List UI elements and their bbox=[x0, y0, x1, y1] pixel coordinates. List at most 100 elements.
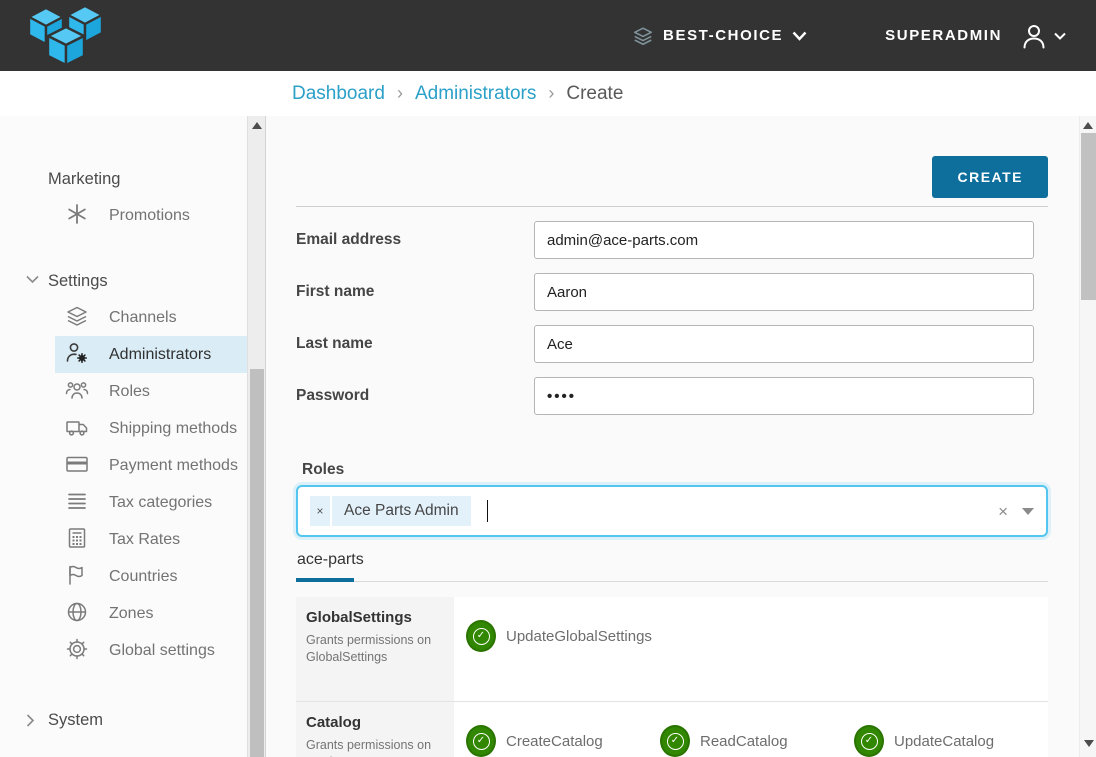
permission-label: CreateCatalog bbox=[506, 733, 603, 750]
chevron-down-icon bbox=[26, 275, 39, 284]
sidebar-item-zones[interactable]: Zones bbox=[55, 595, 247, 632]
permission-cells: ✓ CreateCatalog ✓ ReadCatalog bbox=[454, 702, 1048, 757]
flag-icon bbox=[65, 563, 89, 587]
chip-remove-icon[interactable]: × bbox=[310, 496, 332, 526]
tab-ace-parts[interactable]: ace-parts bbox=[296, 551, 368, 577]
permission-label: UpdateCatalog bbox=[894, 733, 994, 750]
person-icon bbox=[1020, 22, 1048, 50]
sidebar-section-system[interactable]: System bbox=[48, 711, 247, 730]
scroll-up-arrow[interactable] bbox=[252, 122, 262, 129]
main-content: CREATE Email address First name Last nam… bbox=[266, 116, 1079, 757]
credit-card-icon bbox=[65, 452, 89, 476]
main-scrollbar-thumb[interactable] bbox=[1081, 133, 1096, 300]
sidebar-item-payment-methods[interactable]: Payment methods bbox=[55, 447, 247, 484]
sidebar-item-tax-rates[interactable]: Tax Rates bbox=[55, 521, 247, 558]
last-name-field[interactable] bbox=[534, 325, 1034, 363]
breadcrumb-dashboard[interactable]: Dashboard bbox=[292, 83, 385, 105]
user-gear-icon bbox=[65, 341, 89, 365]
sidebar-item-label: Countries bbox=[109, 568, 177, 585]
sidebar-item-channels[interactable]: Channels bbox=[55, 299, 247, 336]
permission-row-catalog: Catalog Grants permissions on Products, … bbox=[296, 702, 1048, 757]
sidebar-section-marketing[interactable]: Marketing bbox=[48, 170, 247, 189]
sidebar-item-label: Global settings bbox=[109, 642, 215, 659]
section-label: Settings bbox=[48, 272, 108, 290]
permission-group-name: Catalog bbox=[306, 714, 444, 731]
dropdown-caret-icon[interactable] bbox=[1022, 508, 1034, 515]
scroll-down-arrow[interactable] bbox=[1084, 740, 1094, 747]
section-label: System bbox=[48, 711, 103, 729]
check-icon: ✓ bbox=[861, 733, 878, 750]
toggle-on-icon[interactable]: ✓ bbox=[466, 620, 496, 652]
sidebar-scrollbar[interactable] bbox=[247, 116, 265, 757]
main-scrollbar[interactable] bbox=[1079, 116, 1096, 757]
sidebar-section-settings[interactable]: Settings bbox=[48, 272, 247, 291]
breadcrumb-bar: Dashboard › Administrators › Create bbox=[0, 71, 1096, 116]
cog-icon bbox=[65, 637, 89, 661]
check-icon: ✓ bbox=[473, 733, 490, 750]
sidebar-item-label: Payment methods bbox=[109, 457, 238, 474]
vendure-logo-icon[interactable] bbox=[28, 5, 104, 69]
role-chip-label: Ace Parts Admin bbox=[332, 496, 471, 526]
permission-updateglobalsettings: ✓ UpdateGlobalSettings bbox=[466, 619, 660, 653]
permission-label: UpdateGlobalSettings bbox=[506, 628, 652, 645]
email-row: Email address bbox=[296, 221, 1048, 259]
permission-group-cell: GlobalSettings Grants permissions on Glo… bbox=[296, 597, 454, 701]
text-cursor bbox=[487, 500, 488, 522]
sidebar-item-promotions[interactable]: Promotions bbox=[55, 197, 247, 234]
users-icon bbox=[65, 378, 89, 402]
last-name-row: Last name bbox=[296, 325, 1048, 363]
topbar-controls: BEST-CHOICE SUPERADMIN bbox=[632, 22, 1066, 50]
sidebar-item-customer-groups[interactable]: Customer groups bbox=[55, 116, 247, 126]
truck-icon bbox=[65, 415, 89, 439]
chevron-down-icon bbox=[1054, 32, 1066, 40]
channel-switcher[interactable]: BEST-CHOICE bbox=[632, 25, 807, 47]
breadcrumb-separator: › bbox=[397, 83, 403, 104]
sidebar-item-tax-categories[interactable]: Tax categories bbox=[55, 484, 247, 521]
sidebar-item-label: Zones bbox=[109, 605, 153, 622]
first-name-field[interactable] bbox=[534, 273, 1034, 311]
permission-group-description: Grants permissions on Products, Facets bbox=[306, 737, 444, 757]
section-label: Marketing bbox=[48, 170, 120, 188]
sidebar-item-label: Channels bbox=[109, 309, 177, 326]
password-label: Password bbox=[296, 387, 534, 405]
tab-active-underline bbox=[296, 578, 354, 582]
channel-tabs: ace-parts bbox=[296, 551, 1048, 582]
asterisk-icon bbox=[65, 202, 89, 226]
user-label: SUPERADMIN bbox=[885, 27, 1002, 44]
user-menu[interactable] bbox=[1020, 22, 1066, 50]
sidebar-item-label: Shipping methods bbox=[109, 420, 237, 437]
sidebar-item-global-settings[interactable]: Global settings bbox=[55, 632, 247, 669]
email-field[interactable] bbox=[534, 221, 1034, 259]
permission-group-cell: Catalog Grants permissions on Products, … bbox=[296, 702, 454, 757]
sidebar-item-shipping-methods[interactable]: Shipping methods bbox=[55, 410, 247, 447]
sidebar-item-label: Tax Rates bbox=[109, 531, 180, 548]
clear-icon[interactable]: × bbox=[998, 503, 1008, 520]
breadcrumb: Dashboard › Administrators › Create bbox=[292, 83, 623, 105]
sidebar-item-label: Promotions bbox=[109, 207, 190, 224]
select-controls: × bbox=[998, 503, 1034, 520]
roles-select[interactable]: × Ace Parts Admin × bbox=[296, 485, 1048, 537]
toggle-on-icon[interactable]: ✓ bbox=[466, 725, 496, 757]
breadcrumb-administrators[interactable]: Administrators bbox=[415, 83, 536, 105]
permission-group-description: Grants permissions on GlobalSettings bbox=[306, 632, 444, 666]
channel-label: BEST-CHOICE bbox=[663, 27, 783, 44]
chevron-down-icon bbox=[792, 31, 807, 41]
layers-icon bbox=[65, 304, 89, 328]
permission-updatecatalog: ✓ UpdateCatalog bbox=[854, 724, 1048, 757]
toggle-on-icon[interactable]: ✓ bbox=[854, 725, 884, 757]
top-bar: BEST-CHOICE SUPERADMIN bbox=[0, 0, 1096, 71]
sidebar-item-countries[interactable]: Countries bbox=[55, 558, 247, 595]
sidebar-item-administrators[interactable]: Administrators bbox=[55, 336, 247, 373]
sidebar-scrollbar-thumb[interactable] bbox=[250, 369, 264, 757]
sidebar-item-roles[interactable]: Roles bbox=[55, 373, 247, 410]
breadcrumb-separator: › bbox=[548, 83, 554, 104]
password-field[interactable] bbox=[534, 377, 1034, 415]
sidebar-item-label: Tax categories bbox=[109, 494, 212, 511]
first-name-row: First name bbox=[296, 273, 1048, 311]
users-icon bbox=[65, 116, 89, 118]
toggle-on-icon[interactable]: ✓ bbox=[660, 725, 690, 757]
create-button[interactable]: CREATE bbox=[932, 156, 1048, 198]
scroll-up-arrow[interactable] bbox=[1083, 122, 1093, 129]
sidebar-item-label: Roles bbox=[109, 383, 150, 400]
permission-label: ReadCatalog bbox=[700, 733, 788, 750]
